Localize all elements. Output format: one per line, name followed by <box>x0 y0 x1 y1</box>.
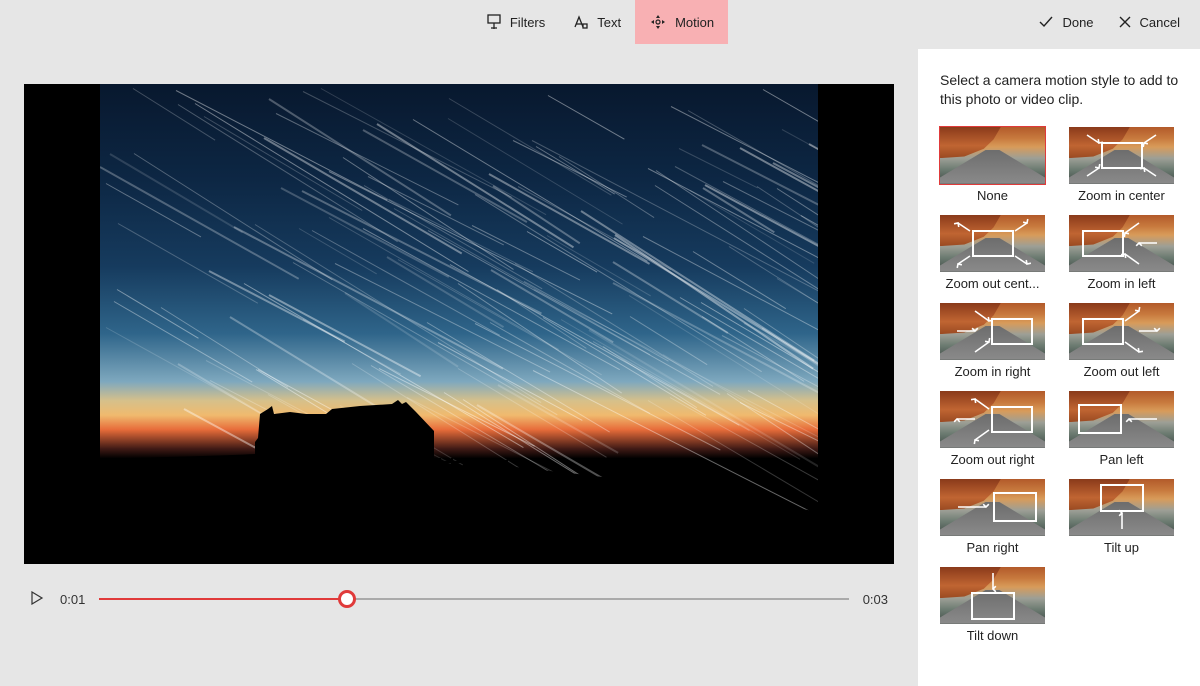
motion-panel: Select a camera motion style to add to t… <box>918 49 1200 686</box>
time-total: 0:03 <box>863 592 888 607</box>
cancel-button[interactable]: Cancel <box>1106 0 1192 44</box>
motion-thumb <box>1069 391 1174 448</box>
motion-thumb <box>940 567 1045 624</box>
motion-option-label: None <box>940 188 1045 203</box>
motion-thumb <box>940 391 1045 448</box>
motion-option-pan_right[interactable]: Pan right <box>940 479 1045 555</box>
tab-filters[interactable]: Filters <box>472 0 559 44</box>
tab-motion[interactable]: Motion <box>635 0 728 44</box>
done-button[interactable]: Done <box>1026 0 1105 44</box>
motion-option-label: Tilt down <box>940 628 1045 643</box>
motion-icon <box>649 13 667 31</box>
preview-image <box>100 84 818 564</box>
close-icon <box>1118 15 1132 29</box>
motion-option-label: Pan right <box>940 540 1045 555</box>
motion-option-label: Tilt up <box>1069 540 1174 555</box>
motion-option-label: Zoom in left <box>1069 276 1174 291</box>
motion-option-zoom_out_right[interactable]: Zoom out right <box>940 391 1045 467</box>
motion-option-zoom_out_left[interactable]: Zoom out left <box>1069 303 1174 379</box>
seek-thumb[interactable] <box>338 590 356 608</box>
tab-text[interactable]: Text <box>559 0 635 44</box>
motion-option-zoom_in_right[interactable]: Zoom in right <box>940 303 1045 379</box>
check-icon <box>1038 14 1054 30</box>
filters-icon <box>486 14 502 30</box>
motion-thumb <box>940 127 1045 184</box>
video-preview[interactable] <box>24 84 894 564</box>
motion-thumb <box>1069 215 1174 272</box>
play-button[interactable] <box>30 591 46 607</box>
cancel-label: Cancel <box>1140 15 1180 30</box>
motion-option-tilt_down[interactable]: Tilt down <box>940 567 1045 643</box>
motion-option-label: Pan left <box>1069 452 1174 467</box>
motion-thumb <box>1069 479 1174 536</box>
motion-option-tilt_up[interactable]: Tilt up <box>1069 479 1174 555</box>
motion-option-label: Zoom out cent... <box>940 276 1045 291</box>
motion-option-label: Zoom in right <box>940 364 1045 379</box>
tab-filters-label: Filters <box>510 15 545 30</box>
motion-thumb <box>940 479 1045 536</box>
motion-option-none[interactable]: None <box>940 127 1045 203</box>
motion-option-pan_left[interactable]: Pan left <box>1069 391 1174 467</box>
tab-motion-label: Motion <box>675 15 714 30</box>
time-current: 0:01 <box>60 592 85 607</box>
motion-thumb <box>940 215 1045 272</box>
motion-thumb <box>1069 127 1174 184</box>
motion-option-zoom_out_center[interactable]: Zoom out cent... <box>940 215 1045 291</box>
seek-track[interactable] <box>99 587 848 611</box>
motion-option-label: Zoom out left <box>1069 364 1174 379</box>
motion-thumb <box>1069 303 1174 360</box>
motion-option-zoom_in_left[interactable]: Zoom in left <box>1069 215 1174 291</box>
motion-panel-description: Select a camera motion style to add to t… <box>940 71 1182 109</box>
playback-bar: 0:01 0:03 <box>24 564 894 634</box>
done-label: Done <box>1062 15 1093 30</box>
motion-option-zoom_in_center[interactable]: Zoom in center <box>1069 127 1174 203</box>
tab-text-label: Text <box>597 15 621 30</box>
motion-option-label: Zoom in center <box>1069 188 1174 203</box>
text-icon <box>573 14 589 30</box>
top-toolbar: Filters Text Motion Done Cancel <box>0 0 1200 44</box>
motion-thumb <box>940 303 1045 360</box>
motion-option-label: Zoom out right <box>940 452 1045 467</box>
